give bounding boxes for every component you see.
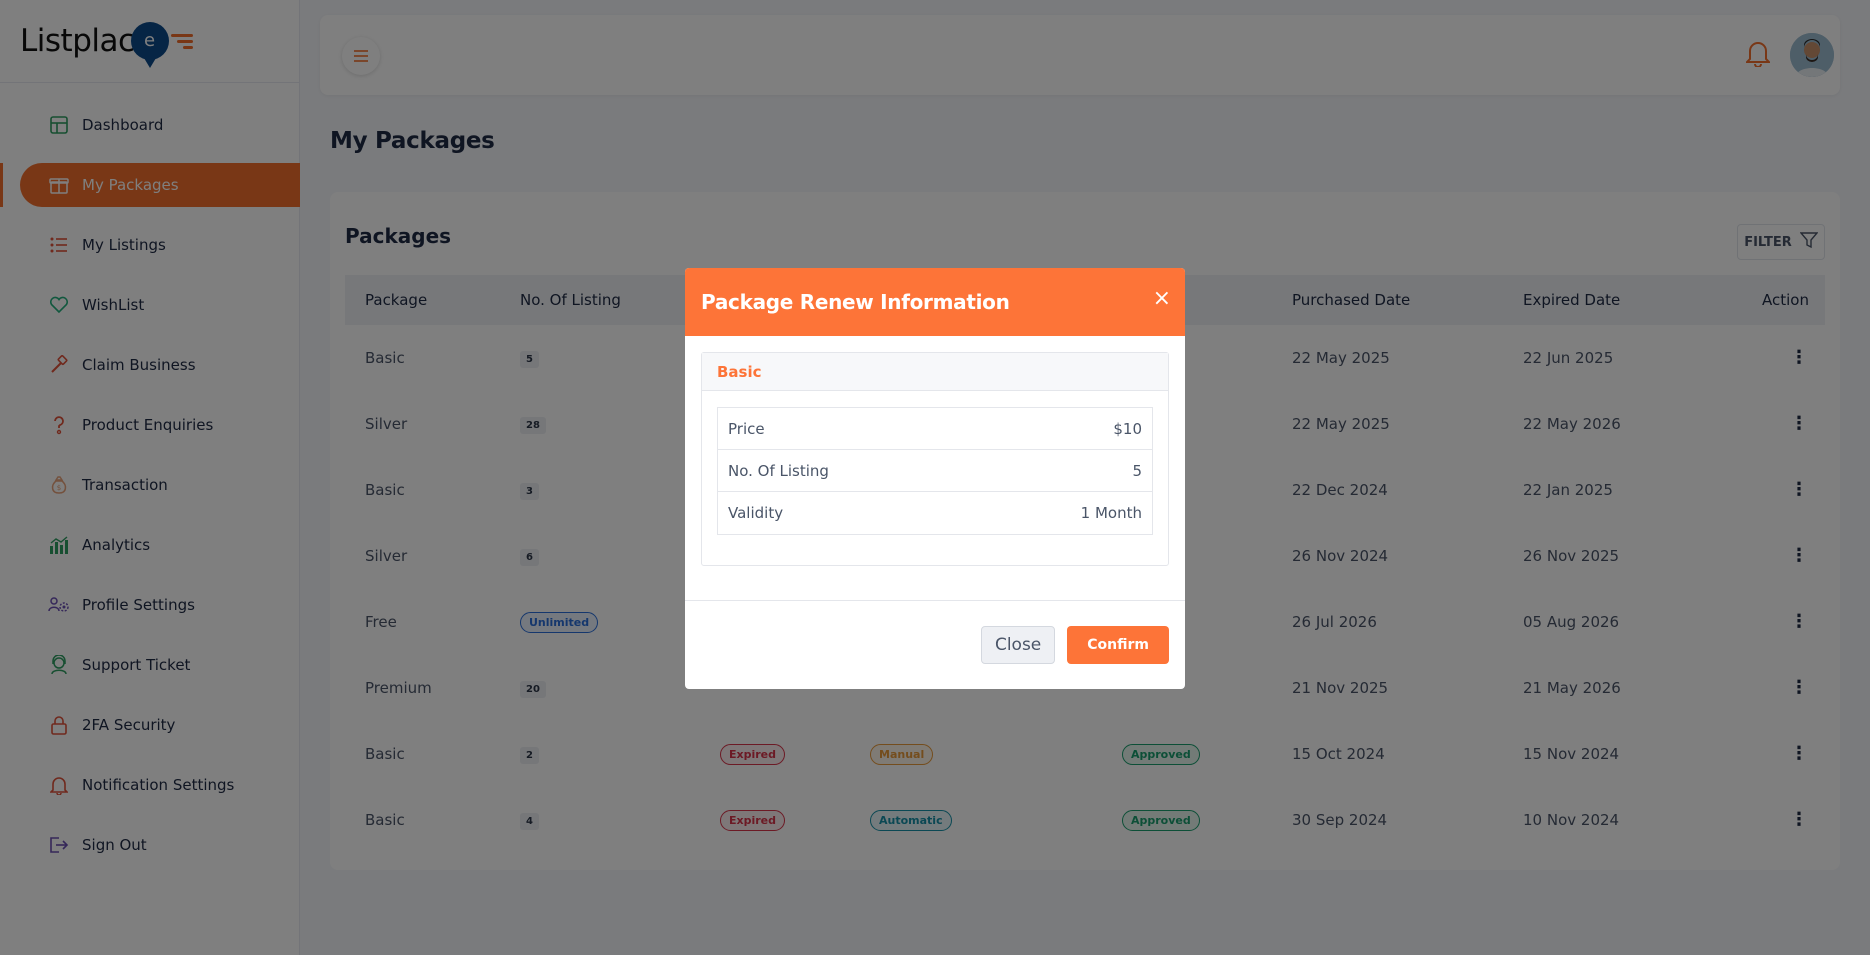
detail-row-price: Price $10 bbox=[718, 408, 1152, 450]
detail-label: Validity bbox=[728, 504, 784, 522]
detail-label: No. Of Listing bbox=[728, 461, 829, 480]
close-icon[interactable]: × bbox=[1153, 288, 1171, 310]
package-details-box: Basic Price $10 No. Of Listing 5 Validit… bbox=[701, 352, 1169, 566]
modal-body: Basic Price $10 No. Of Listing 5 Validit… bbox=[685, 336, 1185, 601]
close-button[interactable]: Close bbox=[980, 626, 1056, 664]
confirm-button[interactable]: Confirm bbox=[1067, 626, 1169, 664]
package-name: Basic bbox=[702, 353, 1168, 391]
modal-footer: Close Confirm bbox=[685, 601, 1185, 689]
detail-value: $10 bbox=[1113, 419, 1142, 438]
detail-label: Price bbox=[728, 419, 765, 438]
modal-title: Package Renew Information bbox=[701, 290, 1010, 314]
modal-header: Package Renew Information × bbox=[685, 268, 1185, 336]
detail-value: 1 Month bbox=[1080, 504, 1142, 522]
package-details-table: Price $10 No. Of Listing 5 Validity 1 Mo… bbox=[717, 407, 1153, 535]
package-renew-modal: Package Renew Information × Basic Price … bbox=[685, 268, 1185, 689]
detail-value: 5 bbox=[1132, 461, 1142, 480]
detail-row-no-of-listing: No. Of Listing 5 bbox=[718, 450, 1152, 492]
detail-row-validity: Validity 1 Month bbox=[718, 492, 1152, 534]
